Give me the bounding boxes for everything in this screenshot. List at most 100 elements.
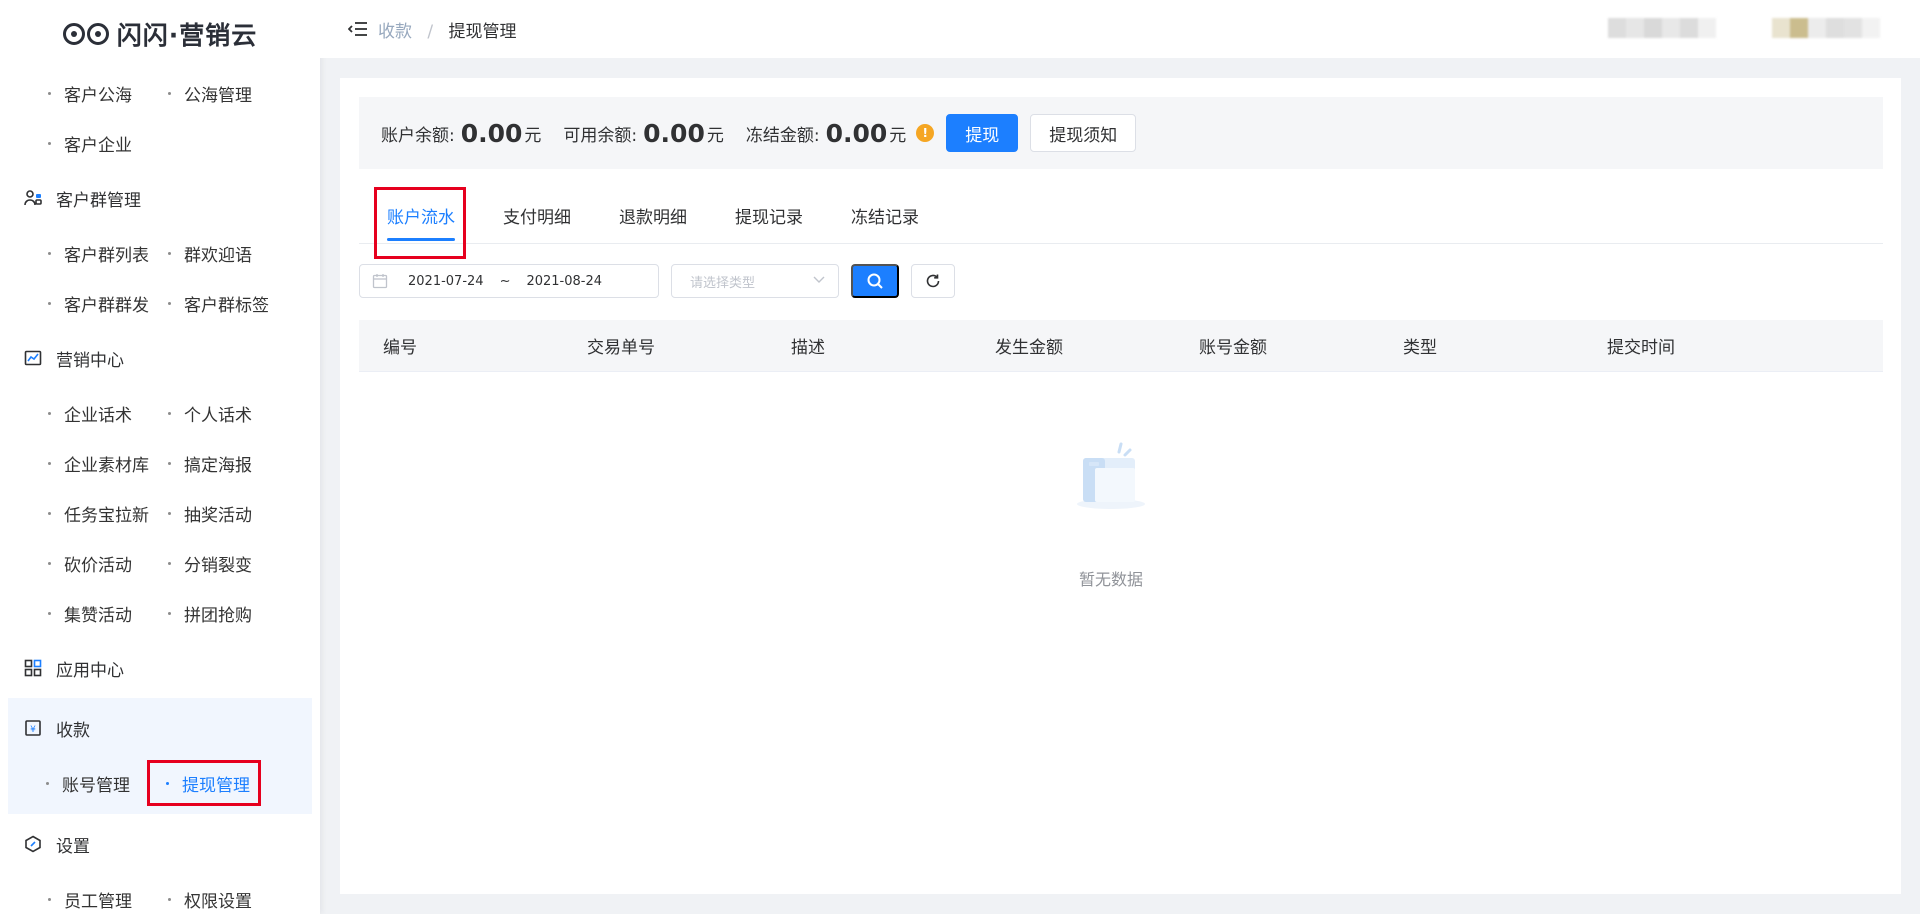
sidebar-item-permissions[interactable]: 权限设置 — [156, 874, 276, 914]
available-balance-label: 可用余额: — [563, 125, 638, 146]
tab-withdraw-records[interactable]: 提现记录 — [735, 186, 803, 244]
sidebar-item-lottery[interactable]: 抽奖活动 — [156, 488, 276, 538]
calendar-icon — [372, 273, 388, 289]
sidebar-group-label: 客户群管理 — [56, 190, 141, 211]
sidebar-item-task-referral[interactable]: 任务宝拉新 — [36, 488, 156, 538]
currency-unit: 元 — [524, 125, 542, 146]
sidebar-group-apps[interactable]: 应用中心 — [0, 638, 320, 698]
search-button[interactable] — [851, 264, 899, 298]
sidebar-item-group-buy[interactable]: 拼团抢购 — [156, 588, 276, 638]
filter-bar: 2021-07-24 ~ 2021-08-24 请选择类型 — [359, 264, 955, 298]
refresh-icon — [926, 274, 940, 288]
account-balance-label: 账户余额: — [381, 125, 455, 146]
start-date-value[interactable]: 2021-07-24 — [408, 274, 484, 289]
user-avatar-redacted — [1772, 18, 1880, 38]
balance-summary: 账户余额: 0.00 元 可用余额: 0.00 元 冻结金额: 0.00 元 !… — [359, 97, 1883, 169]
sidebar-group-settings[interactable]: 设置 — [0, 814, 320, 874]
sidebar-item-pool-management[interactable]: 公海管理 — [156, 68, 276, 118]
withdraw-management-panel: 账户余额: 0.00 元 可用余额: 0.00 元 冻结金额: 0.00 元 !… — [340, 78, 1901, 894]
sidebar-item-withdraw-management[interactable]: 提现管理 — [147, 760, 261, 806]
sidebar-item-likes-campaign[interactable]: 集赞活动 — [36, 588, 156, 638]
tab-frozen-records[interactable]: 冻结记录 — [851, 186, 919, 244]
refresh-button[interactable] — [911, 264, 955, 298]
withdraw-button[interactable]: 提现 — [946, 114, 1019, 152]
sidebar-group-payment-expanded: ¥ 收款 账号管理 提现管理 — [8, 698, 312, 814]
end-date-value[interactable]: 2021-08-24 — [526, 274, 602, 289]
sidebar-item-company-scripts[interactable]: 企业话术 — [36, 388, 156, 438]
user-info-redacted — [1608, 18, 1716, 38]
sidebar-item-distribution[interactable]: 分销裂变 — [156, 538, 276, 588]
withdraw-notice-button[interactable]: 提现须知 — [1030, 114, 1137, 152]
sidebar-group-label: 营销中心 — [56, 350, 124, 371]
column-header: 编号 — [383, 338, 417, 358]
payment-submenu: 账号管理 提现管理 — [8, 758, 312, 814]
customer-submenu: 客户公海 公海管理 客户企业 — [0, 68, 320, 168]
date-range-picker[interactable]: 2021-07-24 ~ 2021-08-24 — [359, 264, 659, 298]
sidebar-item-personal-scripts[interactable]: 个人话术 — [156, 388, 276, 438]
account-balance-value: 0.00 — [460, 118, 523, 148]
chevron-down-icon — [812, 272, 826, 290]
settings-icon — [24, 835, 42, 853]
apps-icon — [24, 659, 42, 677]
sidebar: 闪闪·营销云 客户公海 公海管理 客户企业 客户群管理 客户群列表 群欢迎语 客… — [0, 0, 320, 914]
date-range-separator: ~ — [499, 273, 511, 289]
currency-unit: 元 — [889, 125, 907, 146]
frozen-amount-value: 0.00 — [825, 118, 888, 148]
sidebar-item-material-library[interactable]: 企业素材库 — [36, 438, 156, 488]
owl-logo-icon — [62, 20, 109, 48]
type-select-placeholder: 请选择类型 — [690, 275, 756, 291]
sidebar-group-marketing[interactable]: 营销中心 — [0, 328, 320, 388]
empty-state-text: 暂无数据 — [1078, 570, 1143, 589]
column-header: 交易单号 — [587, 338, 655, 358]
sidebar-item-account-management[interactable]: 账号管理 — [34, 758, 154, 808]
sidebar-item-welcome-message[interactable]: 群欢迎语 — [156, 228, 276, 278]
brand-logo[interactable]: 闪闪·营销云 — [0, 0, 320, 68]
column-header: 提交时间 — [1607, 338, 1675, 358]
empty-box-icon — [1077, 442, 1145, 509]
sidebar-item-group-list[interactable]: 客户群列表 — [36, 228, 156, 278]
sidebar-item-group-tags[interactable]: 客户群标签 — [156, 278, 276, 328]
tab-refund-details[interactable]: 退款明细 — [619, 186, 687, 244]
payment-icon: ¥ — [24, 719, 42, 737]
breadcrumb-parent[interactable]: 收款 — [378, 22, 412, 42]
sidebar-item-staff-management[interactable]: 员工管理 — [36, 874, 156, 914]
sidebar-group-label: 收款 — [56, 720, 90, 741]
sidebar-item-bargain[interactable]: 砍价活动 — [36, 538, 156, 588]
breadcrumb-current: 提现管理 — [448, 21, 517, 42]
column-header: 类型 — [1403, 338, 1437, 358]
table-header: 编号 交易单号 描述 发生金额 账号金额 类型 提交时间 — [359, 320, 1883, 372]
sidebar-item-group-broadcast[interactable]: 客户群群发 — [36, 278, 156, 328]
svg-text:¥: ¥ — [30, 725, 36, 735]
chart-icon — [24, 349, 42, 367]
type-select[interactable]: 请选择类型 — [671, 264, 839, 298]
available-balance-value: 0.00 — [643, 118, 705, 148]
record-tabs: 账户流水 支付明细 退款明细 提现记录 冻结记录 — [359, 186, 1883, 244]
menu-fold-icon[interactable] — [347, 20, 368, 38]
sidebar-group-label: 应用中心 — [56, 660, 124, 681]
breadcrumb-separator: / — [427, 21, 434, 42]
currency-unit: 元 — [706, 125, 724, 146]
search-icon — [867, 273, 883, 289]
sidebar-group-payment[interactable]: ¥ 收款 — [8, 698, 312, 758]
warning-info-icon[interactable]: ! — [916, 124, 935, 142]
marketing-submenu: 企业话术 个人话术 企业素材库 搞定海报 任务宝拉新 抽奖活动 砍价活动 分销裂… — [0, 388, 320, 638]
column-header: 账号金额 — [1199, 338, 1267, 358]
empty-state: 暂无数据 — [359, 438, 1883, 590]
frozen-amount-label: 冻结金额: — [745, 125, 820, 146]
column-header: 描述 — [791, 338, 825, 358]
brand-name: 闪闪·营销云 — [116, 21, 258, 50]
sidebar-item-customer-pool[interactable]: 客户公海 — [36, 68, 156, 118]
sidebar-item-poster[interactable]: 搞定海报 — [156, 438, 276, 488]
top-header: 收款 / 提现管理 — [320, 0, 1920, 58]
group-icon — [24, 189, 42, 207]
column-header: 发生金额 — [995, 338, 1063, 358]
tab-highlight-box — [374, 187, 466, 259]
breadcrumb: 收款 / 提现管理 — [378, 17, 517, 42]
sidebar-item-customer-company[interactable]: 客户企业 — [36, 118, 156, 168]
sidebar-group-customer-groups[interactable]: 客户群管理 — [0, 168, 320, 228]
customer-group-submenu: 客户群列表 群欢迎语 客户群群发 客户群标签 — [0, 228, 320, 328]
sidebar-group-label: 设置 — [56, 836, 90, 857]
settings-submenu: 员工管理 权限设置 — [0, 874, 320, 914]
tab-payment-details[interactable]: 支付明细 — [503, 186, 571, 244]
user-area[interactable] — [1608, 18, 1880, 38]
